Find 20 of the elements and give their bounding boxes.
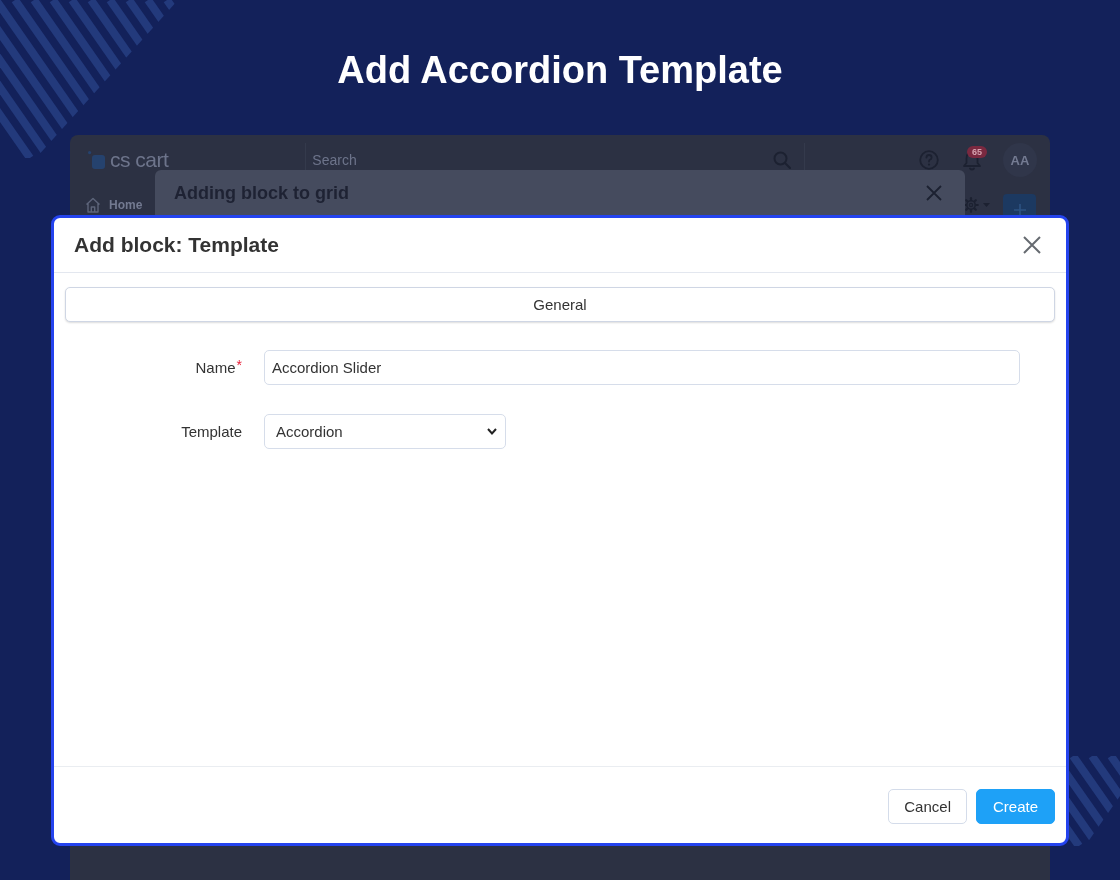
tab[interactable]: General [65,287,1055,322]
gear-icon [963,197,979,213]
notification-badge: 65 [967,145,987,158]
close-icon [1023,236,1041,254]
home-icon [85,197,101,213]
page-title: Add Accordion Template [337,48,783,93]
logo-text: cs cart [110,148,169,172]
search-icon [773,151,792,169]
close-button[interactable] [1023,236,1041,254]
logo-icon [88,151,105,169]
close-icon [926,185,942,201]
select-field[interactable]: Accordion [264,414,506,449]
text-input[interactable]: Accordion Slider [264,350,1020,385]
chevron-icon [487,428,497,435]
field-label: Name [195,359,236,376]
required-mark: * [236,357,242,373]
plus-icon [1013,204,1026,216]
dialog-title: Add block: Template [74,233,279,257]
cancel-button[interactable]: Cancel [888,789,967,824]
field-label: Template [181,423,242,440]
